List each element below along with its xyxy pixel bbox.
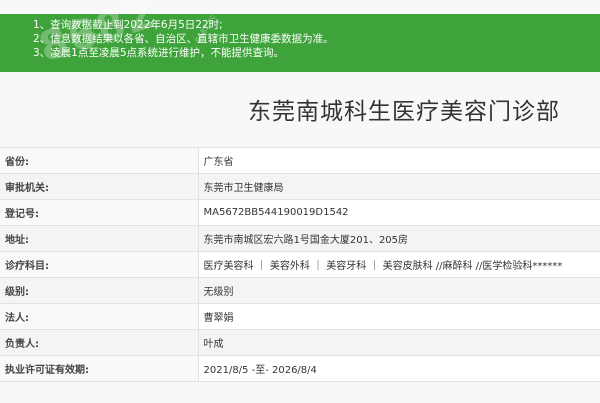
value-level: 无级别 (198, 277, 600, 304)
notice-banner: 8682 8682.cc 1、查询数据截止到2022年6月5日22时; 2、信息… (0, 0, 600, 72)
value-license-validity: 2021/8/5 -至- 2026/8/4 (198, 355, 600, 382)
label-subjects: 诊疗科目: (0, 251, 199, 278)
row-level: 级别: 无级别 (0, 277, 600, 304)
title-area: 东莞南城科生医疗美容门诊部 (0, 72, 600, 147)
row-license-validity: 执业许可证有效期: 2021/8/5 -至- 2026/8/4 (0, 355, 600, 382)
row-subjects: 诊疗科目: 医疗美容科 ｜ 美容外科 ｜ 美容牙科 ｜ 美容皮肤科 //麻醉科 … (0, 251, 600, 278)
row-province: 省份: 广东省 (0, 147, 600, 174)
label-authority: 审批机关: (0, 173, 199, 200)
value-subjects: 医疗美容科 ｜ 美容外科 ｜ 美容牙科 ｜ 美容皮肤科 //麻醉科 //医学检验… (198, 251, 600, 278)
label-province: 省份: (0, 147, 199, 174)
label-level: 级别: (0, 277, 199, 304)
label-license-validity: 执业许可证有效期: (0, 355, 199, 382)
clinic-title: 东莞南城科生医疗美容门诊部 (248, 99, 560, 125)
notice-line-3: 3、凌晨1点至凌晨5点系统进行维护，不能提供查询。 (33, 47, 285, 59)
row-address: 地址: 东莞市南城区宏六路1号国金大厦201、205房 (0, 225, 600, 252)
label-address: 地址: (0, 225, 199, 252)
row-authority: 审批机关: 东莞市卫生健康局 (0, 173, 600, 200)
value-authority: 东莞市卫生健康局 (198, 173, 600, 200)
value-legal-person: 曹翠娟 (198, 303, 600, 330)
label-registration: 登记号: (0, 199, 199, 226)
label-manager: 负责人: (0, 329, 199, 356)
page: 8682 8682.cc 1、查询数据截止到2022年6月5日22时; 2、信息… (0, 0, 600, 403)
notice-line-1: 1、查询数据截止到2022年6月5日22时; (33, 19, 223, 31)
label-legal-person: 法人: (0, 303, 199, 330)
row-legal-person: 法人: 曹翠娟 (0, 303, 600, 330)
value-registration: MA5672BB544190019D1542 (198, 199, 600, 226)
value-province: 广东省 (198, 147, 600, 174)
notice-line-2: 2、信息数据结果以各省、自治区、直辖市卫生健康委数据为准。 (33, 33, 334, 45)
row-manager: 负责人: 叶成 (0, 329, 600, 356)
info-table: 省份: 广东省 审批机关: 东莞市卫生健康局 登记号: MA5672BB5441… (0, 147, 600, 382)
row-registration: 登记号: MA5672BB544190019D1542 (0, 199, 600, 226)
value-address: 东莞市南城区宏六路1号国金大厦201、205房 (198, 225, 600, 252)
value-manager: 叶成 (198, 329, 600, 356)
